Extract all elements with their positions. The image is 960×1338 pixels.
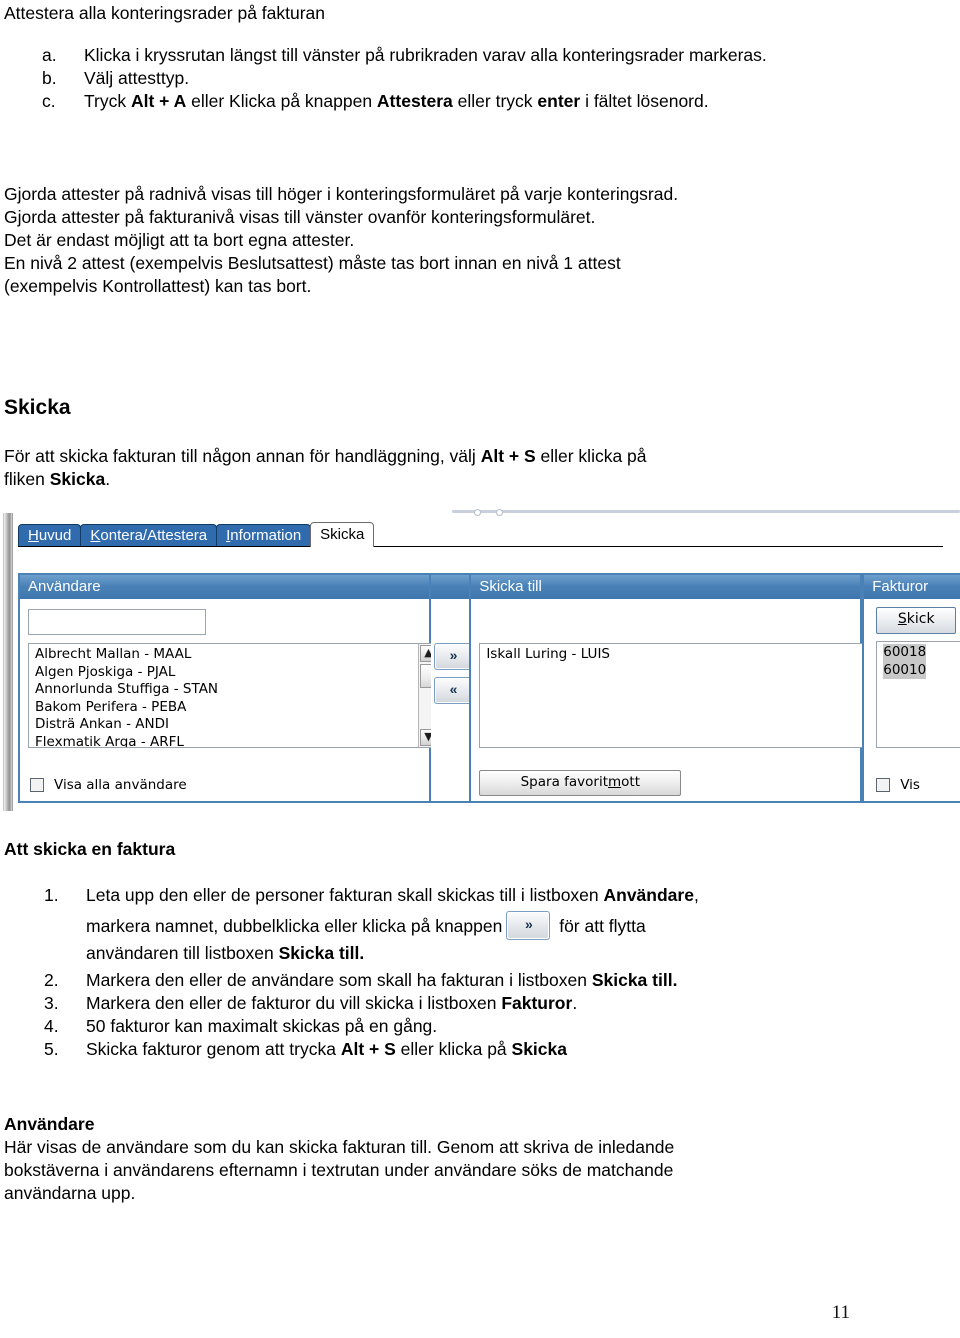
move-forward-button[interactable]: » [433, 643, 472, 670]
panel-skicka-till: Skicka till Iskall Luring - LUIS Spara f… [469, 573, 882, 803]
invoices-listbox[interactable]: 60018 60010 [876, 641, 960, 748]
paragraph-line: bokstäverna i användarens efternamn i te… [4, 1160, 674, 1180]
list-marker: b. [42, 68, 57, 88]
send-panel-row: Användare Albrecht Mallan - MAAL Algen P… [18, 573, 960, 803]
paragraph-line: En nivå 2 attest (exempelvis Beslutsatte… [4, 253, 621, 273]
page-title: Attestera alla konteringsrader på faktur… [4, 3, 326, 23]
list-marker: 2. [44, 969, 59, 990]
send-to-list: Iskall Luring - LUIS [480, 645, 610, 664]
page-number: 11 [831, 1302, 850, 1323]
numbered-list: 1. Leta upp den eller de personer faktur… [44, 884, 944, 1061]
window-top-divider [452, 509, 960, 516]
list-item[interactable]: Algen Pjoskiga - PJAL [35, 664, 218, 682]
panel-body-fakturor: Skick 60018 60010 Vis [864, 599, 960, 801]
alpha-list: a. Klicka i kryssrutan längst till vänst… [42, 44, 922, 113]
list-item[interactable]: 60010 [883, 661, 927, 679]
list-text: Leta upp den eller de personer fakturan … [86, 885, 699, 963]
search-input[interactable] [28, 609, 206, 635]
list-item[interactable]: Albrecht Mallan - MAAL [35, 646, 218, 664]
paragraph-line: Gjorda attester på fakturanivå visas til… [4, 207, 596, 227]
panel-fakturor: Fakturor Skick 60018 60010 Vis [862, 573, 960, 803]
checkbox-show-all-users[interactable] [30, 778, 44, 792]
panel-header-fakturor: Fakturor [864, 575, 960, 599]
move-forward-icon[interactable]: » [506, 910, 551, 940]
paragraph-line: användarna upp. [4, 1183, 136, 1203]
list-item[interactable]: Iskall Luring - LUIS [486, 646, 610, 664]
list-item: c. Tryck Alt + A eller Klicka på knappen… [42, 90, 922, 113]
show-all-users-row[interactable]: Visa alla användare [30, 777, 187, 793]
list-item[interactable]: Annorlunda Stuffiga - STAN [35, 681, 218, 699]
attest-paragraph: Gjorda attester på radnivå visas till hö… [4, 183, 678, 298]
save-favorite-recipient-button[interactable]: Spara favoritmott [479, 770, 682, 796]
tab-huvud[interactable]: Huvud [18, 524, 82, 547]
panel-body-anvandare: Albrecht Mallan - MAAL Algen Pjoskiga - … [20, 599, 438, 801]
list-item: 3. Markera den eller de fakturor du vill… [44, 992, 944, 1015]
panel-header-anvandare: Användare [20, 575, 429, 599]
list-marker: 5. [44, 1038, 59, 1059]
document-page: Attestera alla konteringsrader på faktur… [0, 0, 960, 1338]
checkbox-label: Vis [900, 777, 920, 793]
show-all-invoices-row[interactable]: Vis [876, 777, 920, 793]
move-back-button[interactable]: « [433, 677, 472, 704]
panel-move-buttons: » « [430, 573, 472, 803]
list-item: b. Välj attesttyp. [42, 67, 922, 90]
application-screenshot: Huvud Kontera/Attestera Information Skic… [0, 507, 960, 817]
subheading-att-skicka-en-faktura: Att skicka en faktura [4, 839, 176, 859]
tab-information[interactable]: Information [216, 524, 312, 547]
section-heading-skicka: Skicka [4, 396, 71, 419]
paragraph-line: Här visas de användare som du kan skicka… [4, 1137, 675, 1157]
list-item[interactable]: Disträ Ankan - ANDI [35, 716, 218, 734]
skicka-intro: För att skicka fakturan till någon annan… [4, 445, 647, 491]
list-item[interactable]: Flexmatik Arga - ARFL [35, 734, 218, 748]
list-item: a. Klicka i kryssrutan längst till vänst… [42, 44, 922, 67]
users-list: Albrecht Mallan - MAAL Algen Pjoskiga - … [29, 645, 218, 748]
list-marker: 1. [44, 885, 59, 905]
list-text: Markera den eller de fakturor du vill sk… [86, 992, 578, 1013]
paragraph-line: För att skicka fakturan till någon annan… [4, 446, 647, 466]
list-marker: c. [42, 91, 56, 111]
checkbox-show-all-invoices[interactable] [876, 778, 891, 792]
anvandare-paragraph: Här visas de användare som du kan skicka… [4, 1136, 674, 1205]
list-item: 2. Markera den eller de användare som sk… [44, 969, 944, 992]
list-text: Markera den eller de användare som skall… [86, 969, 678, 990]
send-button[interactable]: Skick [876, 607, 957, 634]
panel-body-skicka-till: Iskall Luring - LUIS Spara favoritmott [471, 599, 882, 801]
list-text: Skicka fakturor genom att trycka Alt + S… [86, 1038, 567, 1059]
list-item[interactable]: Bakom Perifera - PEBA [35, 699, 218, 717]
invoices-list: 60018 60010 [877, 643, 927, 679]
tab-strip: Huvud Kontera/Attestera Information Skic… [18, 522, 375, 547]
paragraph-line: fliken Skicka. [4, 469, 111, 489]
list-text: 50 fakturor kan maximalt skickas på en g… [86, 1015, 438, 1036]
subheading-anvandare: Användare [4, 1114, 95, 1134]
move-button-body: » « [431, 599, 472, 801]
list-text: Tryck Alt + A eller Klicka på knappen At… [84, 91, 709, 111]
tab-kontera-attestera[interactable]: Kontera/Attestera [80, 524, 218, 547]
list-item: 5. Skicka fakturor genom att trycka Alt … [44, 1038, 944, 1061]
list-marker: 4. [44, 1015, 59, 1036]
panel-header-skicka-till: Skicka till [471, 575, 861, 599]
list-item: 4. 50 fakturor kan maximalt skickas på e… [44, 1015, 944, 1038]
paragraph-line: Det är endast möjligt att ta bort egna a… [4, 230, 355, 250]
paragraph-line: Gjorda attester på radnivå visas till hö… [4, 184, 679, 204]
send-to-listbox[interactable]: Iskall Luring - LUIS [479, 643, 882, 748]
tab-underline [18, 546, 943, 547]
list-item: 1. Leta upp den eller de personer faktur… [44, 884, 944, 965]
panel-anvandare: Användare Albrecht Mallan - MAAL Algen P… [18, 573, 438, 803]
left-scrollbar-rail[interactable] [3, 513, 13, 811]
checkbox-label: Visa alla användare [54, 777, 187, 793]
users-listbox[interactable]: Albrecht Mallan - MAAL Algen Pjoskiga - … [28, 643, 438, 748]
list-text: Klicka i kryssrutan längst till vänster … [84, 45, 767, 65]
tab-skicka[interactable]: Skicka [310, 522, 375, 547]
panel-header-spacer [430, 575, 470, 599]
list-item[interactable]: 60018 [883, 644, 927, 662]
list-marker: a. [42, 45, 57, 65]
paragraph-line: (exempelvis Kontrollattest) kan tas bort… [4, 276, 312, 296]
list-text: Välj attesttyp. [84, 68, 190, 88]
list-marker: 3. [44, 992, 59, 1013]
